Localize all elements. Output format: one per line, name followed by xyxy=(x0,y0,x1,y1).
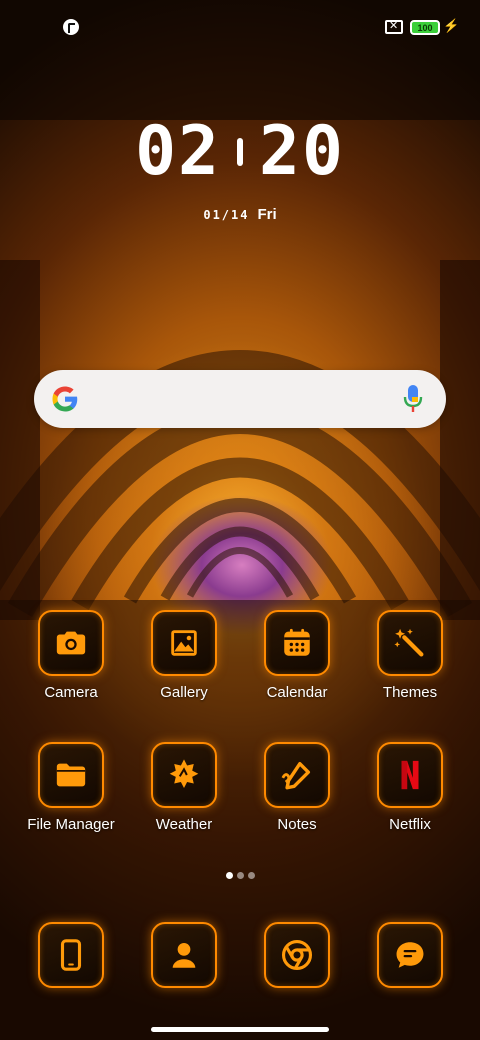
phone-icon xyxy=(38,922,104,988)
app-gallery[interactable]: Gallery xyxy=(129,610,239,701)
gallery-icon xyxy=(151,610,217,676)
google-logo xyxy=(52,386,78,412)
app-file-manager[interactable]: File Manager xyxy=(16,742,126,833)
dock-messages[interactable] xyxy=(355,922,465,988)
app-label: Themes xyxy=(382,684,438,701)
netflix-icon xyxy=(377,742,443,808)
app-calendar[interactable]: Calendar xyxy=(242,610,352,701)
page-dot xyxy=(237,872,244,879)
no-sim-icon: ✕ xyxy=(385,19,403,34)
folder-icon xyxy=(38,742,104,808)
app-label: Notes xyxy=(277,816,317,833)
dock-chrome[interactable] xyxy=(242,922,352,988)
app-label: Weather xyxy=(155,816,213,833)
app-camera[interactable]: Camera xyxy=(16,610,126,701)
battery-level: 100 xyxy=(417,22,433,33)
clock-separator xyxy=(237,137,243,166)
google-search-bar[interactable] xyxy=(34,370,446,428)
app-weather[interactable]: Weather xyxy=(129,742,239,833)
dock-contacts[interactable] xyxy=(129,922,239,988)
weekday-label: Fri xyxy=(257,206,277,223)
dock-phone[interactable] xyxy=(16,922,126,988)
mic-icon[interactable] xyxy=(402,384,424,414)
magic-wand-icon xyxy=(377,610,443,676)
app-label: Netflix xyxy=(389,816,431,833)
clock-minutes: 20 xyxy=(259,112,345,191)
page-dot xyxy=(226,872,233,879)
app-label: File Manager xyxy=(27,816,115,833)
app-label: Camera xyxy=(44,684,98,701)
clock-widget[interactable]: 02 20 xyxy=(0,112,480,191)
app-themes[interactable]: Themes xyxy=(355,610,465,701)
clock-hours: 02 xyxy=(135,112,221,191)
chrome-icon xyxy=(264,922,330,988)
app-notification-icon xyxy=(63,19,79,35)
bolt-icon: ⚡ xyxy=(443,18,460,33)
weather-icon xyxy=(151,742,217,808)
camera-icon xyxy=(38,610,104,676)
calendar-icon xyxy=(264,610,330,676)
date-label: 01/14 xyxy=(203,207,250,222)
date-row: 01/14 Fri xyxy=(0,206,480,223)
app-notes[interactable]: Notes xyxy=(242,742,352,833)
app-netflix[interactable]: Netflix xyxy=(355,742,465,833)
pen-icon xyxy=(264,742,330,808)
page-dot xyxy=(248,872,255,879)
messages-icon xyxy=(377,922,443,988)
battery-icon: 100 xyxy=(410,20,440,35)
app-label: Gallery xyxy=(160,684,208,701)
app-label: Calendar xyxy=(266,684,328,701)
contacts-icon xyxy=(151,922,217,988)
home-gesture-handle[interactable] xyxy=(151,1027,329,1032)
page-indicator xyxy=(226,872,255,879)
status-bar: ✕ 100 ⚡ xyxy=(0,0,480,54)
